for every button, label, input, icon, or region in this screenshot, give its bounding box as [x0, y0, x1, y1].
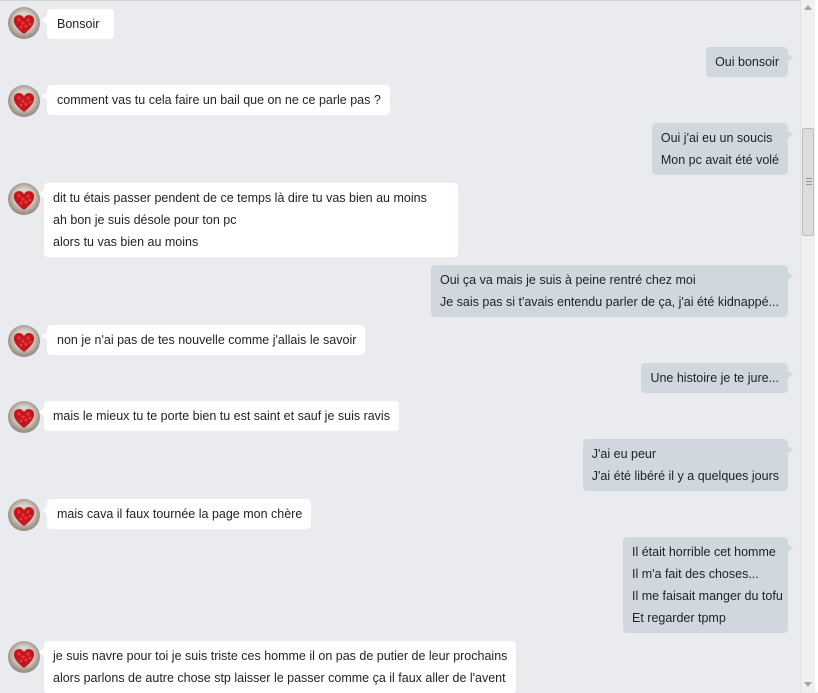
grip-line — [806, 184, 812, 185]
message-bubble-outgoing[interactable]: Une histoire je te jure... — [641, 363, 793, 393]
message-text: alors tu vas bien au moins — [53, 235, 199, 249]
message-text: dit tu étais passer pendent de ce temps … — [53, 191, 427, 205]
message-bubble-incoming[interactable]: dit tu étais passer pendent de ce temps … — [39, 183, 458, 257]
message-bubble-outgoing[interactable]: Oui j'ai eu un soucis Mon pc avait été v… — [651, 123, 794, 175]
message-text: Il me faisait manger du tofu — [632, 589, 783, 603]
message-text: non je n'ai pas de tes nouvelle comme j'… — [57, 333, 357, 347]
message-text: Il était horrible cet homme — [632, 545, 776, 559]
chat-transcript: Bonsoir Oui bonsoir comment vas tu cela … — [0, 0, 800, 693]
message-text: Je sais pas si t'avais entendu parler de… — [439, 295, 779, 309]
message-bubble-outgoing[interactable]: Oui ça va mais je suis à peine rentré ch… — [430, 265, 794, 317]
contact-avatar-icon[interactable] — [8, 401, 40, 433]
message-text: je suis navre pour toi je suis triste ce… — [53, 649, 508, 663]
message-bubble-incoming[interactable]: mais le mieux tu te porte bien tu est sa… — [39, 401, 399, 431]
message-text: J'ai été libéré il y a quelques jours — [591, 469, 779, 483]
chevron-down-icon[interactable] — [804, 682, 812, 687]
message-text: alors parlons de autre chose stp laisser… — [53, 671, 506, 685]
message-bubble-incoming[interactable]: mais cava il faux tournée la page mon ch… — [41, 499, 312, 529]
contact-avatar-icon[interactable] — [8, 499, 40, 531]
grip-line — [806, 178, 812, 179]
vertical-scrollbar[interactable] — [800, 0, 816, 692]
message-text: mais cava il faux tournée la page mon ch… — [57, 507, 303, 521]
message-bubble-outgoing[interactable]: Oui bonsoir — [706, 47, 793, 77]
message-bubble-incoming[interactable]: je suis navre pour toi je suis triste ce… — [38, 641, 517, 693]
message-text: Il m'a fait des choses... — [632, 567, 759, 581]
contact-avatar-icon[interactable] — [8, 325, 40, 357]
message-bubble-incoming[interactable]: comment vas tu cela faire un bail que on… — [42, 85, 390, 115]
message-text: Mon pc avait été volé — [660, 153, 779, 167]
message-text: J'ai eu peur — [591, 447, 657, 461]
message-bubble-incoming[interactable]: non je n'ai pas de tes nouvelle comme j'… — [41, 325, 366, 355]
message-text: Et regarder tpmp — [632, 611, 726, 625]
message-bubble-incoming[interactable]: Bonsoir — [42, 9, 114, 39]
contact-avatar-icon[interactable] — [8, 7, 40, 39]
message-text: Oui ça va mais je suis à peine rentré ch… — [439, 273, 696, 287]
contact-avatar-icon[interactable] — [8, 183, 40, 215]
message-text: Bonsoir — [57, 17, 100, 31]
message-text: mais le mieux tu te porte bien tu est sa… — [53, 409, 390, 423]
scrollbar-thumb[interactable] — [802, 128, 814, 236]
contact-avatar-icon[interactable] — [8, 641, 40, 673]
message-bubble-outgoing[interactable]: J'ai eu peur J'ai été libéré il y a quel… — [582, 439, 794, 491]
message-text: ah bon je suis désole pour ton pc — [53, 213, 237, 227]
chevron-up-icon[interactable] — [804, 5, 812, 10]
message-bubble-outgoing[interactable]: Il était horrible cet homme Il m'a fait … — [623, 537, 793, 633]
contact-avatar-icon[interactable] — [8, 85, 40, 117]
message-text: Oui j'ai eu un soucis — [660, 131, 773, 145]
grip-line — [806, 181, 812, 182]
message-text: Oui bonsoir — [715, 55, 779, 69]
message-text: Une histoire je te jure... — [650, 371, 779, 385]
message-text: comment vas tu cela faire un bail que on… — [57, 93, 381, 107]
